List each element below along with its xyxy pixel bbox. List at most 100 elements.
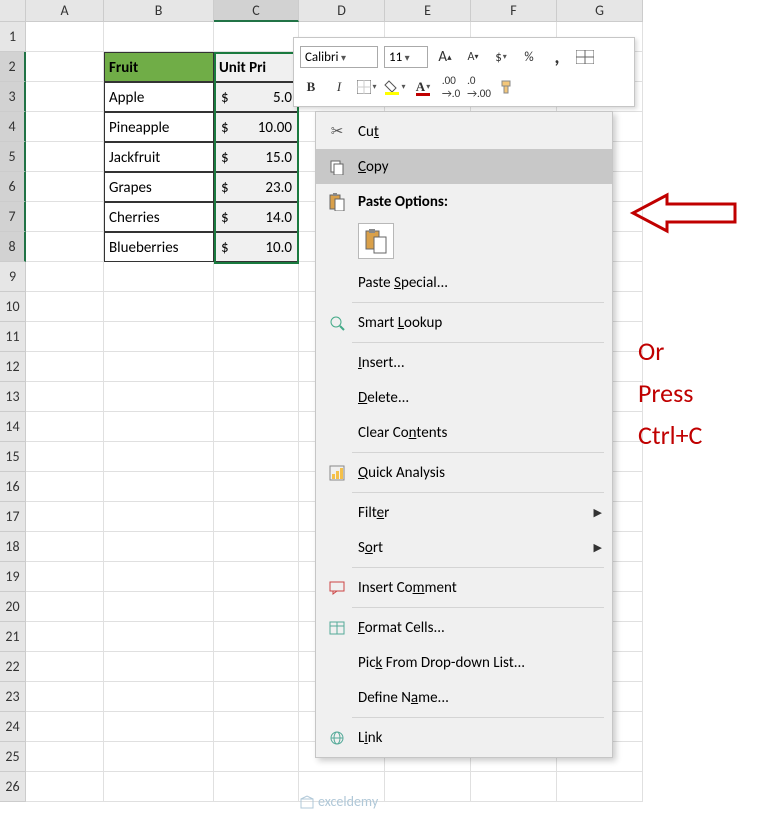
ctx-copy[interactable]: Copy: [316, 149, 612, 184]
cell-A10[interactable]: [26, 292, 104, 322]
row-header-25[interactable]: 25: [0, 742, 26, 772]
cell-B5[interactable]: Jackfruit: [104, 142, 214, 172]
cell-C1[interactable]: [214, 22, 299, 52]
cell-C2[interactable]: Unit Pri: [214, 52, 299, 82]
ctx-sort[interactable]: Sort ▶: [316, 530, 612, 565]
select-all-corner[interactable]: [0, 0, 26, 22]
cell-C25[interactable]: [214, 742, 299, 772]
bold-button[interactable]: B: [300, 76, 322, 98]
row-header-18[interactable]: 18: [0, 532, 26, 562]
row-header-21[interactable]: 21: [0, 622, 26, 652]
comma-format-button[interactable]: ,: [546, 46, 568, 68]
col-header-G[interactable]: G: [557, 0, 643, 22]
cell-B22[interactable]: [104, 652, 214, 682]
cell-C26[interactable]: [214, 772, 299, 802]
row-header-22[interactable]: 22: [0, 652, 26, 682]
row-header-9[interactable]: 9: [0, 262, 26, 292]
cell-C23[interactable]: [214, 682, 299, 712]
row-header-15[interactable]: 15: [0, 442, 26, 472]
cell-A24[interactable]: [26, 712, 104, 742]
cell-A12[interactable]: [26, 352, 104, 382]
col-header-F[interactable]: F: [471, 0, 557, 22]
ctx-filter[interactable]: Filter ▶: [316, 495, 612, 530]
cell-C5[interactable]: $15.0: [214, 142, 299, 172]
row-header-17[interactable]: 17: [0, 502, 26, 532]
cell-A20[interactable]: [26, 592, 104, 622]
row-header-16[interactable]: 16: [0, 472, 26, 502]
cell-C8[interactable]: $10.0: [214, 232, 299, 262]
increase-font-icon[interactable]: A▴: [434, 46, 456, 68]
row-header-4[interactable]: 4: [0, 112, 26, 142]
cell-B21[interactable]: [104, 622, 214, 652]
row-header-19[interactable]: 19: [0, 562, 26, 592]
cell-C3[interactable]: $5.0: [214, 82, 299, 112]
cell-A3[interactable]: [26, 82, 104, 112]
cell-B18[interactable]: [104, 532, 214, 562]
row-header-12[interactable]: 12: [0, 352, 26, 382]
cell-A4[interactable]: [26, 112, 104, 142]
ctx-pick-from-list[interactable]: Pick From Drop-down List...: [316, 645, 612, 680]
cell-A23[interactable]: [26, 682, 104, 712]
currency-format-button[interactable]: $▾: [490, 46, 512, 68]
cell-B23[interactable]: [104, 682, 214, 712]
cell-C18[interactable]: [214, 532, 299, 562]
cell-A17[interactable]: [26, 502, 104, 532]
ctx-clear-contents[interactable]: Clear Contents: [316, 415, 612, 450]
cell-A8[interactable]: [26, 232, 104, 262]
fill-color-button[interactable]: ▾: [384, 76, 406, 98]
cell-A26[interactable]: [26, 772, 104, 802]
cell-A15[interactable]: [26, 442, 104, 472]
format-painter-icon[interactable]: [496, 76, 518, 98]
col-header-C[interactable]: C: [214, 0, 299, 22]
cell-B9[interactable]: [104, 262, 214, 292]
cell-A9[interactable]: [26, 262, 104, 292]
cell-B8[interactable]: Blueberries: [104, 232, 214, 262]
paste-default-icon[interactable]: [358, 223, 394, 259]
cell-B15[interactable]: [104, 442, 214, 472]
cell-C22[interactable]: [214, 652, 299, 682]
cell-C11[interactable]: [214, 322, 299, 352]
row-header-20[interactable]: 20: [0, 592, 26, 622]
cell-C20[interactable]: [214, 592, 299, 622]
cell-C6[interactable]: $23.0: [214, 172, 299, 202]
ctx-format-cells[interactable]: Format Cells...: [316, 610, 612, 645]
cell-C14[interactable]: [214, 412, 299, 442]
cell-A16[interactable]: [26, 472, 104, 502]
row-header-10[interactable]: 10: [0, 292, 26, 322]
cell-B7[interactable]: Cherries: [104, 202, 214, 232]
row-header-24[interactable]: 24: [0, 712, 26, 742]
col-header-A[interactable]: A: [26, 0, 104, 22]
cell-A11[interactable]: [26, 322, 104, 352]
row-header-23[interactable]: 23: [0, 682, 26, 712]
ctx-insert-comment[interactable]: Insert Comment: [316, 570, 612, 605]
cell-C10[interactable]: [214, 292, 299, 322]
cell-A14[interactable]: [26, 412, 104, 442]
increase-decimal-icon[interactable]: .0→.00: [468, 76, 490, 98]
cell-A13[interactable]: [26, 382, 104, 412]
cell-A22[interactable]: [26, 652, 104, 682]
cell-B3[interactable]: Apple: [104, 82, 214, 112]
cell-E26[interactable]: [385, 772, 471, 802]
borders-button[interactable]: ▾: [356, 76, 378, 98]
cell-C15[interactable]: [214, 442, 299, 472]
cell-B4[interactable]: Pineapple: [104, 112, 214, 142]
row-header-3[interactable]: 3: [0, 82, 26, 112]
font-color-button[interactable]: A ▾: [412, 76, 434, 98]
cell-A5[interactable]: [26, 142, 104, 172]
ctx-delete[interactable]: Delete...: [316, 380, 612, 415]
cell-C4[interactable]: $10.00: [214, 112, 299, 142]
row-header-26[interactable]: 26: [0, 772, 26, 802]
cell-G26[interactable]: [557, 772, 643, 802]
cell-F26[interactable]: [471, 772, 557, 802]
cell-B13[interactable]: [104, 382, 214, 412]
cell-A25[interactable]: [26, 742, 104, 772]
ctx-quick-analysis[interactable]: Quick Analysis: [316, 455, 612, 490]
cell-B16[interactable]: [104, 472, 214, 502]
row-header-5[interactable]: 5: [0, 142, 26, 172]
row-header-1[interactable]: 1: [0, 22, 26, 52]
ctx-paste-special[interactable]: Paste Special...: [316, 265, 612, 300]
cell-A1[interactable]: [26, 22, 104, 52]
ctx-cut[interactable]: ✂ Cut: [316, 114, 612, 149]
cell-A19[interactable]: [26, 562, 104, 592]
decrease-decimal-icon[interactable]: .00→.0: [440, 76, 462, 98]
